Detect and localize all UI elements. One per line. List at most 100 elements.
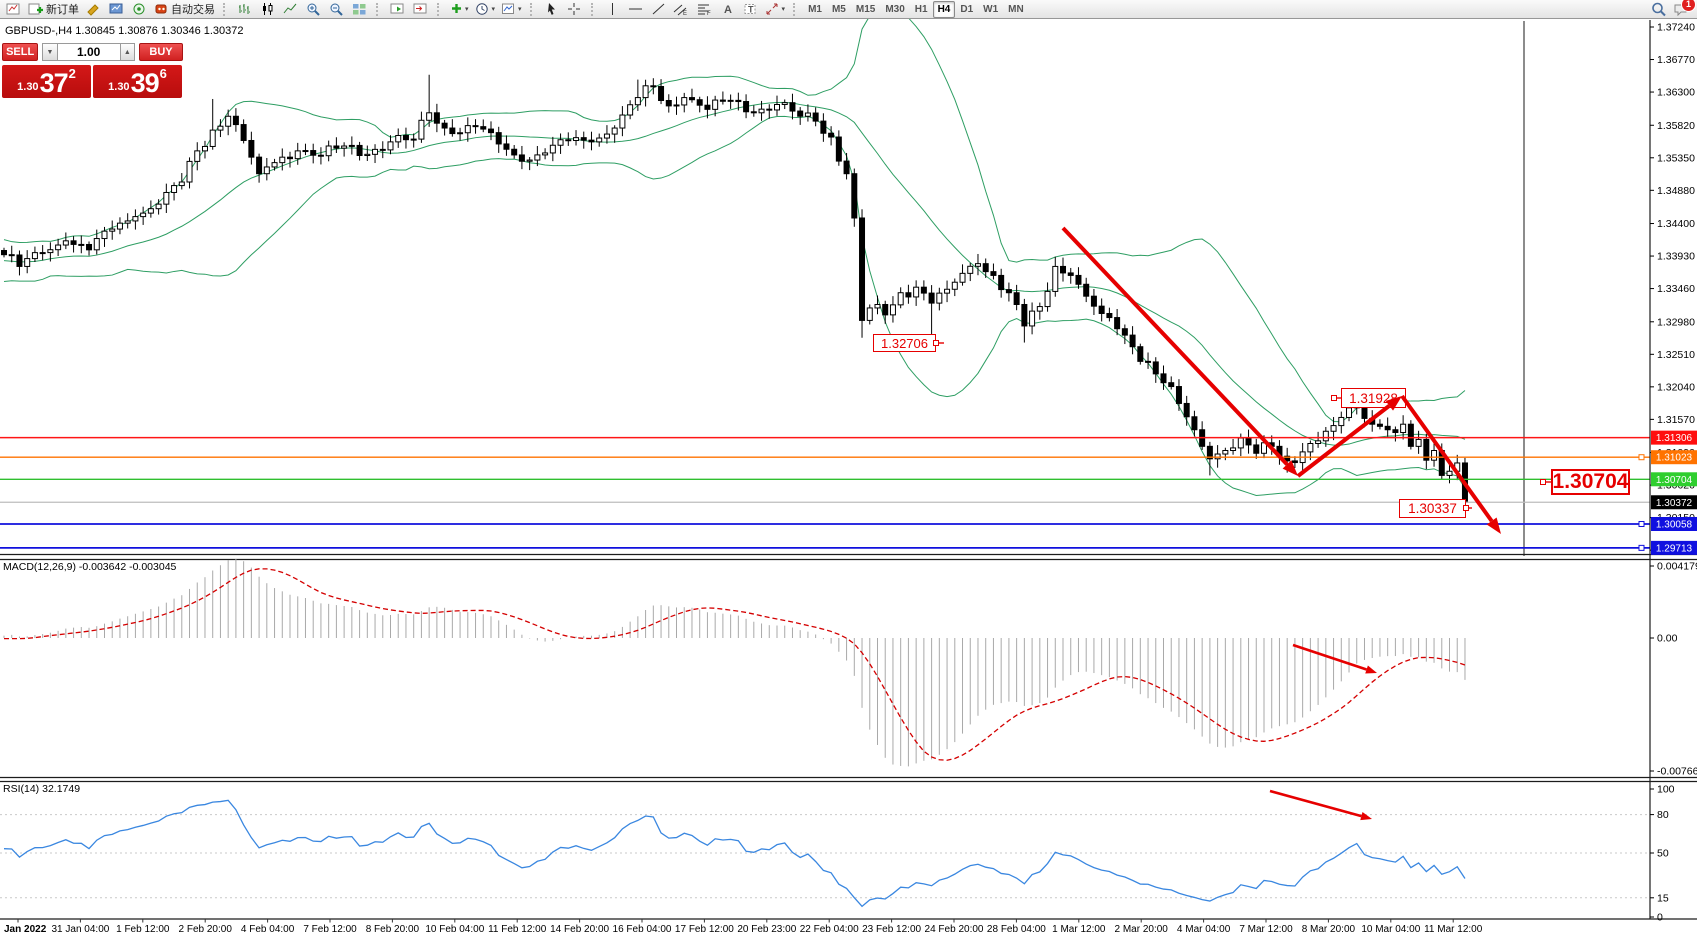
timeframe-m5[interactable]: M5	[827, 1, 851, 18]
svg-text:1.31570: 1.31570	[1657, 414, 1695, 426]
timeframe-h1[interactable]: H1	[910, 1, 933, 18]
vertical-line-tool-button[interactable]	[601, 0, 624, 19]
time-axis-label: 14 Feb 20:00	[550, 924, 609, 935]
time-axis-label: 16 Feb 04:00	[613, 924, 672, 935]
chart-icon[interactable]	[2, 0, 25, 19]
macd-title: MACD(12,26,9)	[3, 561, 76, 573]
fibonacci-tool-button[interactable]: F	[693, 0, 716, 19]
chart-window-icon	[6, 2, 21, 16]
svg-text:1.36300: 1.36300	[1657, 87, 1695, 99]
bar-chart-button[interactable]	[233, 0, 256, 19]
horizontal-lines[interactable]	[0, 438, 1650, 551]
signals-icon	[132, 2, 147, 16]
svg-text:0.00: 0.00	[1657, 633, 1678, 645]
timeframe-m15[interactable]: M15	[851, 1, 880, 18]
toolbar-separator	[530, 3, 536, 16]
time-axis[interactable]: Jan 202231 Jan 04:001 Feb 12:002 Feb 20:…	[4, 919, 1483, 935]
market-watch-button[interactable]	[105, 0, 128, 19]
svg-text:1.37240: 1.37240	[1657, 22, 1695, 34]
macd-value-1: -0.003642	[79, 561, 126, 573]
buy-price-display[interactable]: 1.30 39 6	[93, 65, 182, 98]
notification-badge: 1	[1681, 0, 1696, 12]
text-icon: A	[721, 2, 734, 16]
timeframe-m30[interactable]: M30	[880, 1, 909, 18]
zoom-out-button[interactable]	[325, 0, 348, 19]
main-toolbar: 新订单 自动交易 ▾ ▾ ▾	[0, 0, 1697, 19]
tile-windows-button[interactable]	[348, 0, 371, 19]
volume-down-button[interactable]: ▼	[42, 43, 57, 61]
signals-button[interactable]	[128, 0, 151, 19]
indicators-button[interactable]: ▾	[447, 0, 472, 19]
chevron-down-icon: ▾	[782, 6, 786, 13]
zoom-in-button[interactable]	[302, 0, 325, 19]
arrows-icon	[765, 2, 780, 16]
toolbar-separator	[223, 3, 229, 16]
timeframe-h4[interactable]: H4	[933, 1, 956, 18]
sell-price-display[interactable]: 1.30 37 2	[2, 65, 91, 98]
svg-text:1.33930: 1.33930	[1657, 251, 1695, 263]
svg-text:0: 0	[1657, 912, 1663, 924]
candlestick-chart-icon	[260, 2, 275, 16]
timeframe-d1[interactable]: D1	[955, 1, 978, 18]
time-axis-label: 11 Mar 12:00	[1424, 924, 1483, 935]
arrows-tool-button[interactable]: ▾	[762, 0, 789, 19]
svg-text:A: A	[724, 4, 732, 16]
horizontal-line-tool-button[interactable]	[624, 0, 647, 19]
line-chart-button[interactable]	[279, 0, 302, 19]
crosshair-icon	[567, 2, 582, 16]
price-axis[interactable]: 1.372401.367701.363001.358201.353501.348…	[1650, 22, 1697, 924]
trendline-tool-button[interactable]	[647, 0, 670, 19]
auto-trading-label: 自动交易	[171, 1, 215, 17]
timeframe-m1[interactable]: M1	[803, 1, 827, 18]
sell-button[interactable]: SELL	[2, 43, 38, 61]
price-callout[interactable]: 1.31928	[1341, 388, 1406, 408]
periods-button[interactable]: ▾	[472, 0, 499, 19]
sell-price-pip: 2	[69, 66, 76, 81]
svg-text:0.004179: 0.004179	[1657, 561, 1697, 573]
label-tool-button[interactable]: T	[739, 0, 762, 19]
sell-price-prefix: 1.30	[17, 81, 38, 93]
auto-scroll-button[interactable]	[386, 0, 409, 19]
zoom-in-icon	[306, 2, 321, 16]
crosshair-tool-button[interactable]	[563, 0, 586, 19]
horizontal-line-icon	[628, 2, 643, 16]
time-axis-label: 22 Feb 04:00	[800, 924, 859, 935]
price-callout-large[interactable]: 1.30704	[1551, 469, 1630, 495]
time-axis-label: 10 Feb 04:00	[425, 924, 484, 935]
svg-text:1.35820: 1.35820	[1657, 120, 1695, 132]
chart-window[interactable]: 1.372401.367701.363001.358201.353501.348…	[0, 0, 1697, 938]
time-axis-label: 17 Feb 12:00	[675, 924, 734, 935]
one-click-trading-panel: SELL ▼ ▲ BUY 1.30 37 2 1.30 39 6	[2, 43, 183, 98]
svg-text:80: 80	[1657, 809, 1669, 821]
timeframe-mn[interactable]: MN	[1003, 1, 1029, 18]
candlestick-chart-button[interactable]	[256, 0, 279, 19]
templates-button[interactable]: ▾	[498, 0, 525, 19]
text-tool-button[interactable]: A	[716, 0, 739, 19]
volume-up-button[interactable]: ▲	[120, 43, 135, 61]
price-callout[interactable]: 1.30337	[1399, 499, 1466, 518]
bar-chart-icon	[237, 2, 252, 16]
add-indicator-icon	[450, 2, 463, 16]
cursor-tool-button[interactable]	[540, 0, 563, 19]
price-callout[interactable]: 1.32706	[873, 334, 936, 352]
search-icon[interactable]	[1651, 2, 1667, 17]
buy-button[interactable]: BUY	[139, 43, 183, 61]
timeframe-w1[interactable]: W1	[978, 1, 1003, 18]
clock-icon	[475, 2, 490, 16]
bollinger-bands	[4, 7, 1465, 496]
market-button[interactable]	[82, 0, 105, 19]
vertical-line-icon	[606, 2, 619, 16]
svg-text:E: E	[683, 11, 687, 16]
channel-tool-button[interactable]: E	[670, 0, 693, 19]
new-order-label: 新订单	[46, 1, 79, 17]
volume-input[interactable]	[58, 43, 120, 61]
auto-trading-button[interactable]: 自动交易	[151, 0, 218, 19]
svg-text:1.30704: 1.30704	[1656, 475, 1693, 486]
notifications-button[interactable]: 1	[1673, 2, 1689, 16]
market-icon	[86, 2, 101, 16]
macd-value-2: -0.003045	[129, 561, 176, 573]
chart-shift-button[interactable]	[409, 0, 432, 19]
new-order-button[interactable]: 新订单	[25, 0, 82, 19]
chart-canvas[interactable]: 1.372401.367701.363001.358201.353501.348…	[0, 0, 1697, 938]
sell-price-big: 37	[40, 70, 68, 97]
